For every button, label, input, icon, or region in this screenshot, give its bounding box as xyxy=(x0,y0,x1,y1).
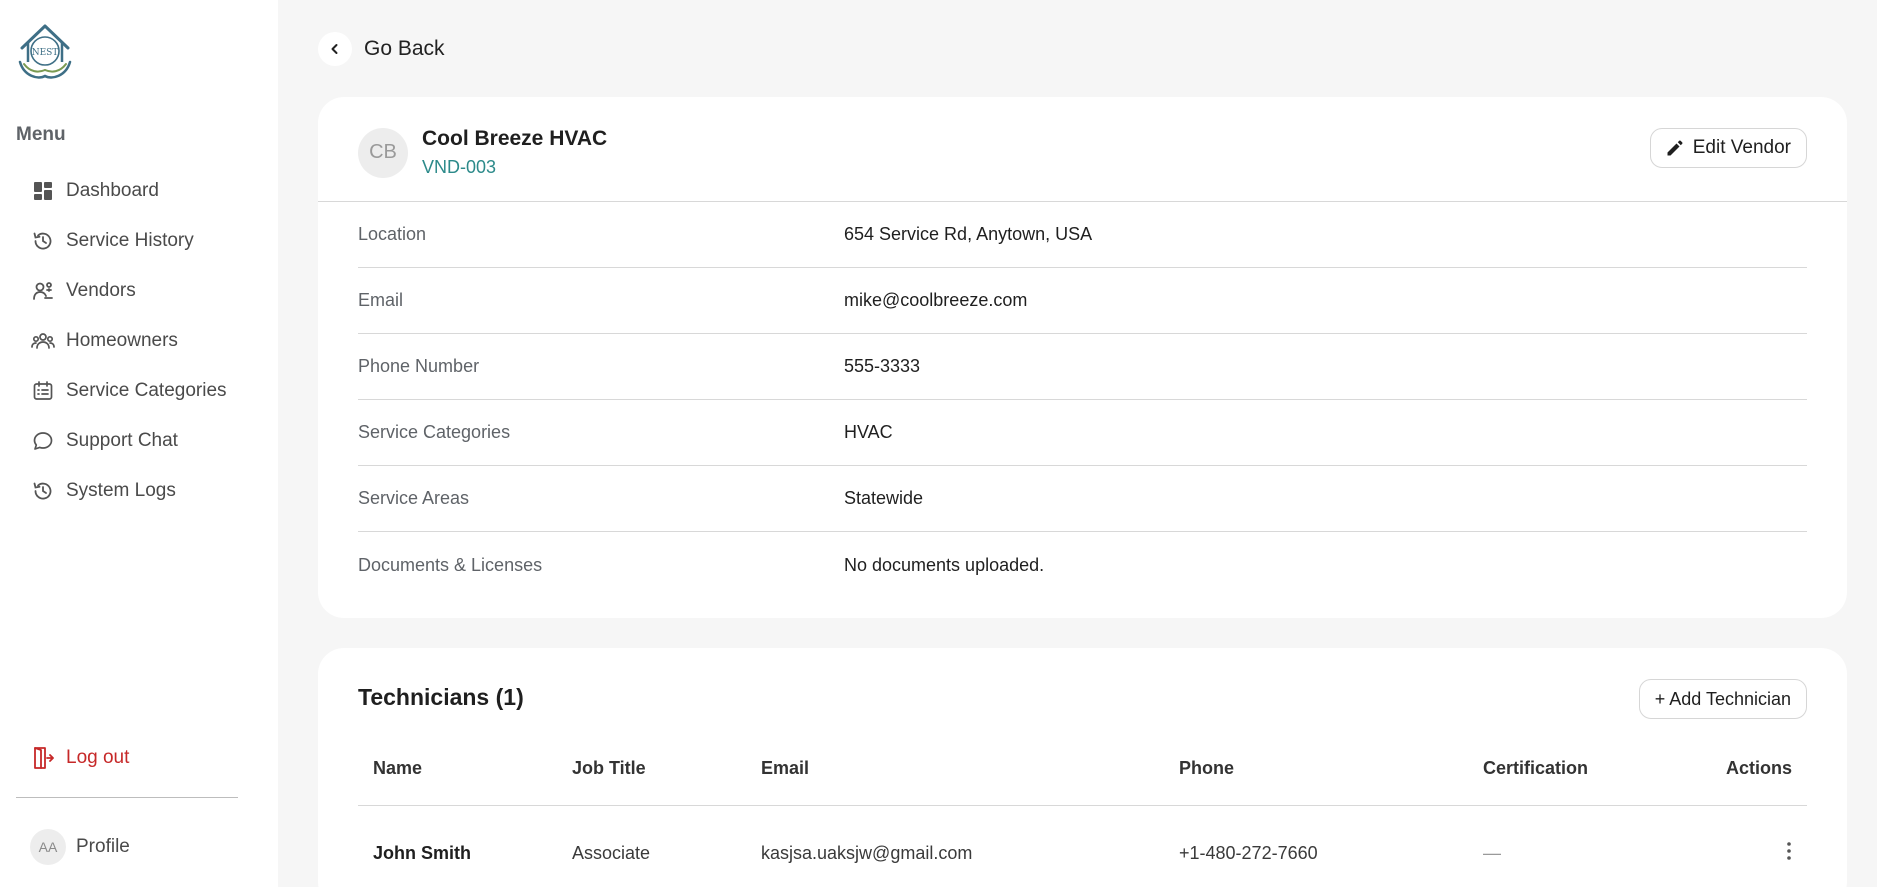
history-icon xyxy=(30,478,56,504)
more-vertical-icon[interactable] xyxy=(1786,841,1792,861)
column-header-email: Email xyxy=(761,758,810,778)
sidebar-item-label: Service Categories xyxy=(66,380,227,401)
sidebar-item-dashboard[interactable]: Dashboard xyxy=(30,166,227,216)
sidebar: NEST Menu Dashboard Service History Vend… xyxy=(0,0,278,887)
sidebar-item-label: Vendors xyxy=(66,280,136,301)
add-technician-button[interactable]: + Add Technician xyxy=(1638,679,1807,719)
detail-label: Service Categories xyxy=(358,422,511,442)
profile-label: Profile xyxy=(76,836,130,857)
homeowners-icon xyxy=(30,328,56,354)
detail-value: mike@coolbreeze.com xyxy=(844,290,1028,310)
go-back-label: Go Back xyxy=(364,37,445,60)
cell-phone: +1-480-272-7660 xyxy=(1179,842,1318,863)
table-header: Name Job Title Email Phone Certification… xyxy=(358,732,1807,806)
sidebar-item-homeowners[interactable]: Homeowners xyxy=(30,316,227,366)
detail-label: Service Areas xyxy=(358,488,470,508)
menu-title: Menu xyxy=(16,124,66,145)
detail-value: Statewide xyxy=(844,488,924,508)
vendors-icon xyxy=(30,278,56,304)
cell-certification: — xyxy=(1483,842,1501,863)
chat-bubble-icon xyxy=(30,428,56,454)
detail-row-location: Location 654 Service Rd, Anytown, USA xyxy=(358,202,1807,268)
vendor-detail-list: Location 654 Service Rd, Anytown, USA Em… xyxy=(358,202,1807,598)
vendor-id: VND-003 xyxy=(422,157,497,177)
profile-link[interactable]: AA Profile xyxy=(30,829,130,865)
cell-actions xyxy=(1643,841,1807,866)
sidebar-item-label: System Logs xyxy=(66,480,176,501)
detail-label: Email xyxy=(358,290,404,310)
column-header-job-title: Job Title xyxy=(572,758,646,778)
vendor-details-card: CB Cool Breeze HVAC VND-003 Edit Vendor … xyxy=(318,97,1847,618)
dashboard-icon xyxy=(30,178,56,204)
sidebar-divider xyxy=(16,797,238,798)
column-header-certification: Certification xyxy=(1483,758,1589,778)
detail-value: 654 Service Rd, Anytown, USA xyxy=(844,224,1093,244)
sidebar-item-support-chat[interactable]: Support Chat xyxy=(30,416,227,466)
detail-value: HVAC xyxy=(844,422,893,442)
column-header-actions: Actions xyxy=(1725,758,1792,778)
sidebar-item-service-categories[interactable]: Service Categories xyxy=(30,366,227,416)
column-header-name: Name xyxy=(373,758,423,778)
cell-job-title: Associate xyxy=(572,842,651,863)
logout-label: Log out xyxy=(66,747,130,768)
edit-vendor-label: Edit Vendor xyxy=(1692,137,1791,158)
logout-button[interactable]: Log out xyxy=(30,745,129,771)
table-row[interactable]: John Smith Associate kasjsa.uaksjw@gmail… xyxy=(358,806,1807,887)
technicians-card: Technicians (1) + Add Technician Name Jo… xyxy=(318,648,1847,887)
sidebar-nav: Dashboard Service History Vendors Homeow… xyxy=(30,166,227,516)
vendor-header: CB Cool Breeze HVAC VND-003 xyxy=(358,127,607,178)
logout-icon xyxy=(30,745,56,771)
sidebar-item-label: Support Chat xyxy=(66,430,178,451)
detail-value: No documents uploaded. xyxy=(844,554,1045,575)
sidebar-item-label: Dashboard xyxy=(66,180,159,201)
calendar-list-icon xyxy=(30,378,56,404)
technicians-table: Name Job Title Email Phone Certification… xyxy=(358,732,1807,887)
edit-vendor-button[interactable]: Edit Vendor xyxy=(1649,128,1807,168)
sidebar-item-service-history[interactable]: Service History xyxy=(30,216,227,266)
vendor-name: Cool Breeze HVAC xyxy=(422,127,608,150)
detail-value: 555-3333 xyxy=(844,356,921,376)
sidebar-item-label: Homeowners xyxy=(66,330,178,351)
detail-row-phone: Phone Number 555-3333 xyxy=(358,334,1807,400)
column-header-phone: Phone xyxy=(1179,758,1235,778)
nest-logo[interactable]: NEST xyxy=(14,18,76,82)
detail-row-documents: Documents & Licenses No documents upload… xyxy=(358,532,1807,598)
history-icon xyxy=(30,228,56,254)
detail-label: Location xyxy=(358,224,427,244)
detail-label: Documents & Licenses xyxy=(358,554,543,575)
sidebar-item-label: Service History xyxy=(66,230,194,251)
detail-row-service-areas: Service Areas Statewide xyxy=(358,466,1807,532)
detail-row-email: Email mike@coolbreeze.com xyxy=(358,268,1807,334)
avatar: AA xyxy=(30,829,66,865)
cell-email: kasjsa.uaksjw@gmail.com xyxy=(761,842,973,863)
go-back-button[interactable]: Go Back xyxy=(318,32,445,66)
cell-name: John Smith xyxy=(373,842,471,863)
chevron-left-icon xyxy=(318,32,352,66)
technicians-title: Technicians (1) xyxy=(358,684,524,710)
vendor-avatar: CB xyxy=(358,127,408,178)
detail-row-service-categories: Service Categories HVAC xyxy=(358,400,1807,466)
sidebar-item-vendors[interactable]: Vendors xyxy=(30,266,227,316)
svg-text:NEST: NEST xyxy=(32,48,59,58)
detail-label: Phone Number xyxy=(358,356,480,376)
pencil-icon xyxy=(1665,138,1685,158)
sidebar-item-system-logs[interactable]: System Logs xyxy=(30,466,227,516)
